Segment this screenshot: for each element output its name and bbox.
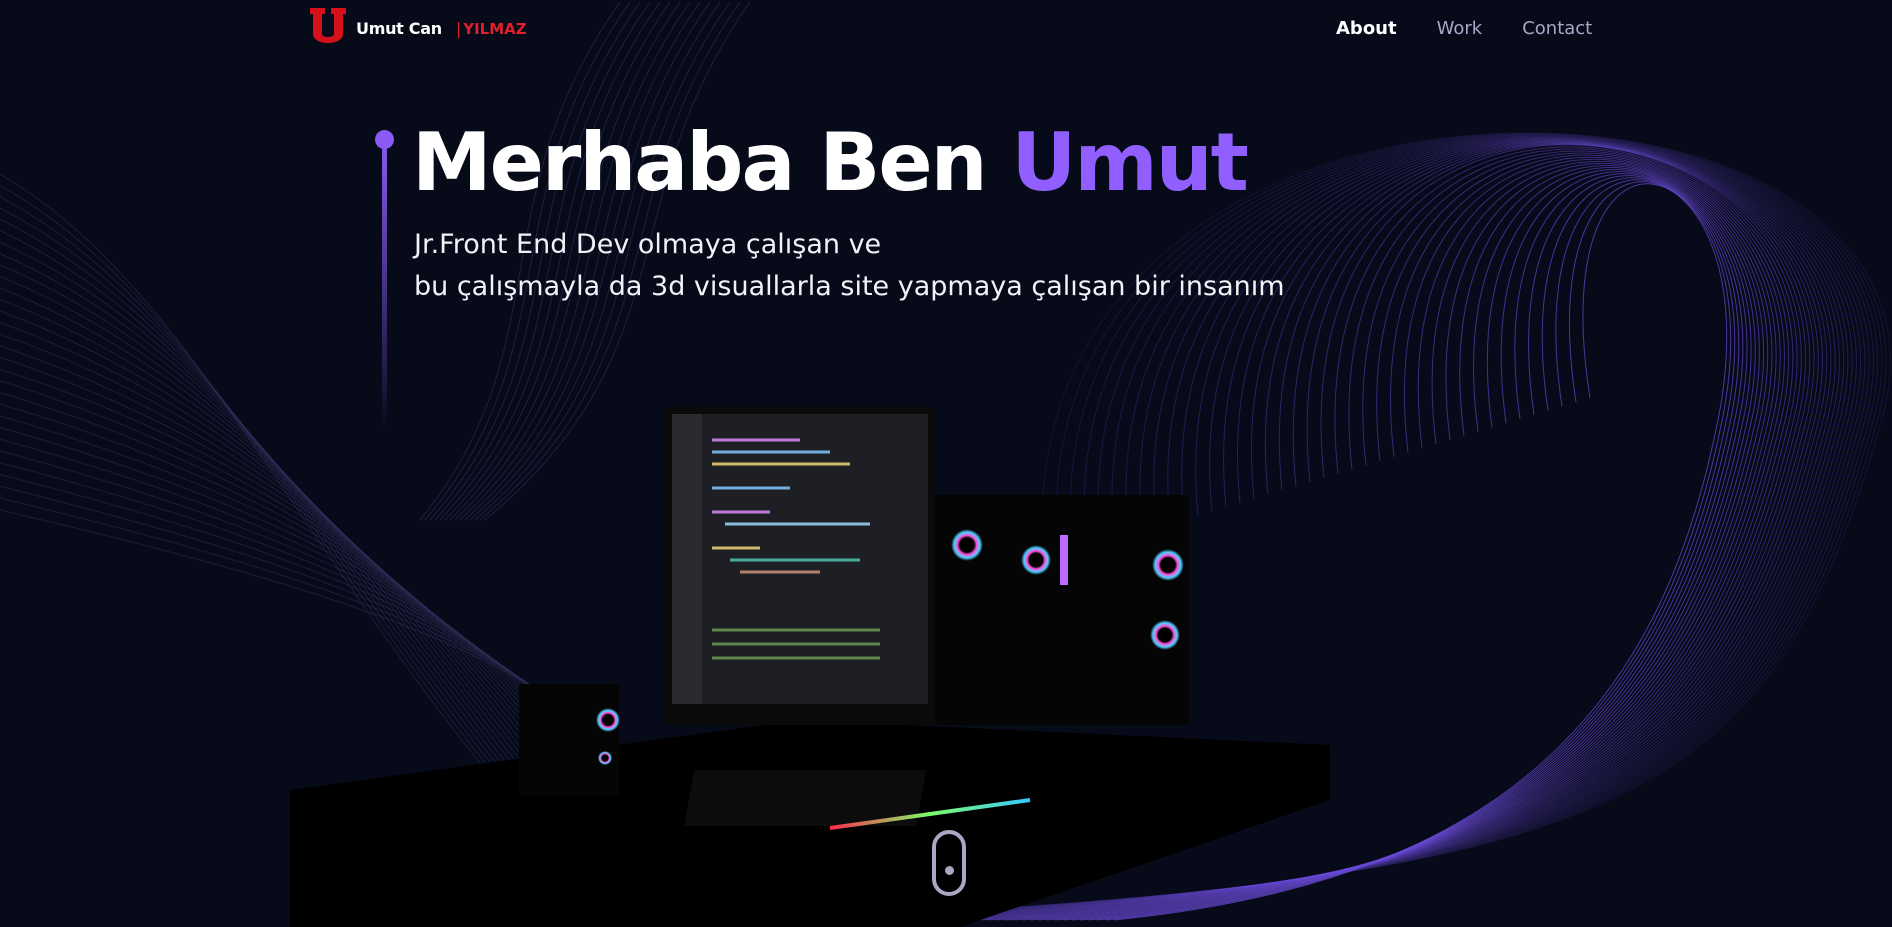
speaker [519, 684, 619, 796]
mouse-scroll-icon[interactable] [932, 830, 966, 896]
pc-case [935, 495, 1189, 725]
speaker-light [596, 708, 620, 732]
computer-3d-scene[interactable] [0, 0, 1892, 927]
monitor [664, 407, 935, 725]
